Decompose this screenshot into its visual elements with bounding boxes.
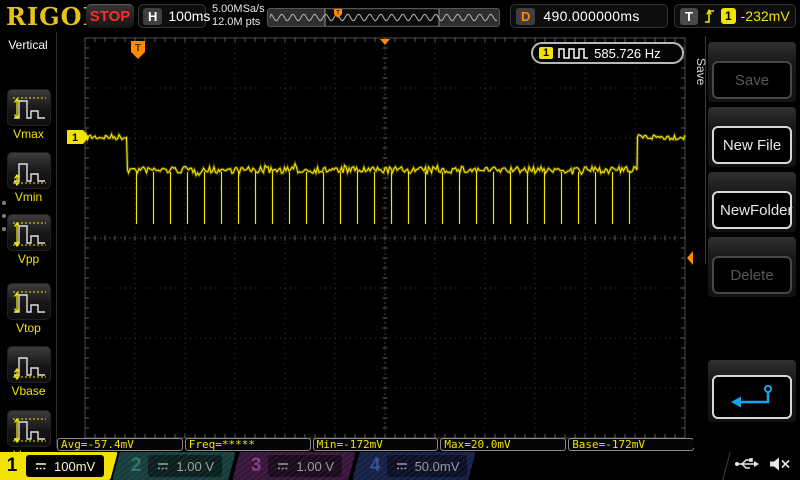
timebase-preview-strip: T: [267, 8, 500, 27]
square-wave-icon: [558, 48, 589, 59]
channel-1-scale: 100mV: [54, 458, 96, 474]
left-menu-item-vmin[interactable]: Vmin: [0, 152, 57, 204]
save-button[interactable]: Save: [712, 61, 792, 99]
top-status-bar: RIGOL STOP H 100ms 5.00MSa/s 12.0M pts T…: [0, 0, 800, 32]
channel-2-block[interactable]: 2 1.00 V: [112, 452, 236, 480]
measure-base: Base=-172mV: [568, 438, 694, 451]
trigger-level-value: -232mV: [740, 8, 790, 24]
left-menu-item-vmax[interactable]: Vmax: [0, 89, 57, 141]
status-divider: [722, 452, 731, 480]
channel-3-scale: 1.00 V: [296, 458, 334, 474]
run-state-badge: STOP: [86, 4, 134, 28]
channel-1-number: 1: [6, 455, 18, 476]
delay-center-marker: [380, 39, 390, 45]
waveform-display: 1 T T: [67, 37, 695, 439]
softkey-slot: Delete: [708, 237, 796, 297]
measure-max: Max=20.0mV: [440, 438, 567, 451]
channel-4-block[interactable]: 4 50.0mV: [352, 452, 476, 480]
dc-coupling-icon: [35, 463, 46, 470]
svg-text:T: T: [135, 43, 141, 54]
rising-edge-icon: [704, 8, 714, 23]
save-menu: Save Save New File NewFolder Delete: [693, 32, 800, 448]
measure-min: Min=-172mV: [312, 438, 439, 451]
left-menu-item-vpp[interactable]: Vpp: [0, 214, 57, 266]
softkey-slot: Save: [708, 42, 796, 102]
return-arrow-icon: [731, 385, 772, 408]
trigger-source-badge: 1: [720, 8, 736, 24]
channel-1-block[interactable]: 1 100mV: [0, 452, 118, 480]
vtop-label: Vtop: [16, 321, 41, 335]
channel-3-block[interactable]: 3 1.00 V: [232, 452, 356, 480]
channel-3-number: 3: [250, 455, 262, 476]
vamp-icon: [6, 410, 51, 447]
horizontal-timebase-readout: H 100ms: [138, 4, 210, 28]
softkey-slot: New File: [708, 107, 796, 167]
left-menu-item-vtop[interactable]: Vtop: [0, 283, 57, 335]
svg-text:1: 1: [72, 132, 78, 144]
menu-scroll-dots: [2, 192, 6, 240]
measurement-results-bar: Avg=-57.4mV Freq=***** Min=-172mV Max=20…: [57, 438, 694, 451]
dc-coupling-icon: [158, 463, 169, 470]
preview-waveform: T: [269, 9, 498, 26]
measure-menu-title: Vertical: [8, 38, 48, 52]
horizontal-label: H: [143, 7, 163, 25]
back-button[interactable]: [712, 375, 792, 419]
menu-tab-title: Save: [694, 58, 708, 86]
softkey-slot: [708, 360, 796, 422]
counter-channel-badge: 1: [539, 47, 554, 59]
dc-coupling-icon: [278, 463, 289, 470]
sample-rate: 5.00MSa/s: [212, 3, 265, 15]
speaker-muted-icon: [770, 457, 790, 471]
measure-freq: Freq=*****: [184, 438, 311, 451]
delete-button[interactable]: Delete: [712, 256, 792, 294]
new-file-button[interactable]: New File: [712, 126, 792, 164]
vmin-label: Vmin: [14, 190, 43, 204]
new-folder-button[interactable]: NewFolder: [712, 191, 793, 229]
channel-2-number: 2: [130, 455, 142, 476]
measure-avg: Avg=-57.4mV: [57, 438, 183, 451]
channel-4-scale: 50.0mV: [414, 458, 460, 474]
trigger-delay-readout: D 490.000000ms: [510, 4, 668, 28]
vbase-label: Vbase: [11, 384, 46, 398]
measure-menu: Vertical Vmax Vmin Vpp Vtop Vbase Vamp: [0, 32, 57, 462]
acquisition-info: 5.00MSa/s 12.0M pts: [212, 3, 265, 29]
trigger-label: T: [680, 7, 698, 25]
channel-4-number: 4: [370, 455, 381, 476]
vtop-icon: [6, 283, 51, 320]
delay-label: D: [516, 7, 536, 25]
softkey-slot: NewFolder: [708, 172, 796, 232]
frequency-counter-badge: 1 585.726 Hz: [531, 42, 684, 64]
vpp-label: Vpp: [17, 252, 40, 266]
channel-2-scale: 1.00 V: [176, 458, 214, 474]
vpp-icon: [6, 214, 51, 251]
channel-status-bar: 1 100mV 2 1.00 V 3 1.00 V 4 50.0mV: [0, 452, 800, 480]
delay-value: 490.000000ms: [543, 8, 640, 24]
usb-icon: [735, 458, 759, 469]
memory-depth: 12.0M pts: [212, 16, 261, 28]
left-menu-item-vbase[interactable]: Vbase: [0, 346, 57, 398]
vmax-label: Vmax: [13, 127, 44, 141]
vmax-icon: [6, 89, 51, 126]
counter-frequency-value: 585.726 Hz: [594, 45, 661, 61]
dc-coupling-icon: [396, 463, 407, 470]
vbase-icon: [6, 346, 51, 383]
trigger-readout: T 1 -232mV: [674, 4, 796, 28]
svg-text:T: T: [336, 11, 340, 17]
oscilloscope-screen: RIGOL STOP H 100ms 5.00MSa/s 12.0M pts T…: [0, 0, 800, 480]
vmin-icon: [6, 152, 51, 189]
graticule-ticks: [84, 37, 686, 439]
timebase-value: 100ms: [168, 8, 211, 24]
